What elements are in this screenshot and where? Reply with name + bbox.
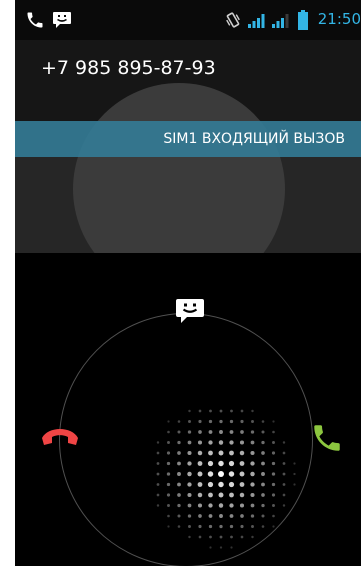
battery-icon: [298, 10, 308, 34]
status-time: 21:50: [317, 10, 361, 28]
caller-info-area: +7 985 895-87-93 SIM1 ВХОДЯЩИЙ ВЫЗОВ: [15, 40, 361, 253]
message-icon: [52, 11, 72, 33]
phone-icon: [25, 10, 45, 34]
sim-call-label: SIM1 ВХОДЯЩИЙ ВЫЗОВ: [163, 131, 345, 147]
signal-sim2-icon: [272, 12, 292, 32]
decline-call-target[interactable]: [35, 420, 85, 456]
caller-number: +7 985 895-87-93: [41, 57, 216, 79]
signal-sim1-icon: [248, 12, 268, 32]
message-icon: [175, 297, 205, 329]
decline-call-icon: [38, 424, 82, 452]
phone-screen: 21:50 +7 985 895-87-93 SIM1 ВХОДЯЩИЙ ВЫЗ…: [15, 0, 361, 566]
sim-call-banner: SIM1 ВХОДЯЩИЙ ВЫЗОВ: [15, 121, 361, 157]
message-target[interactable]: [173, 296, 207, 330]
vibrate-icon: [224, 11, 242, 33]
status-bar: 21:50: [15, 0, 361, 40]
answer-call-icon: [310, 421, 344, 459]
drag-handle[interactable]: [155, 408, 305, 558]
answer-call-target[interactable]: [305, 418, 349, 462]
